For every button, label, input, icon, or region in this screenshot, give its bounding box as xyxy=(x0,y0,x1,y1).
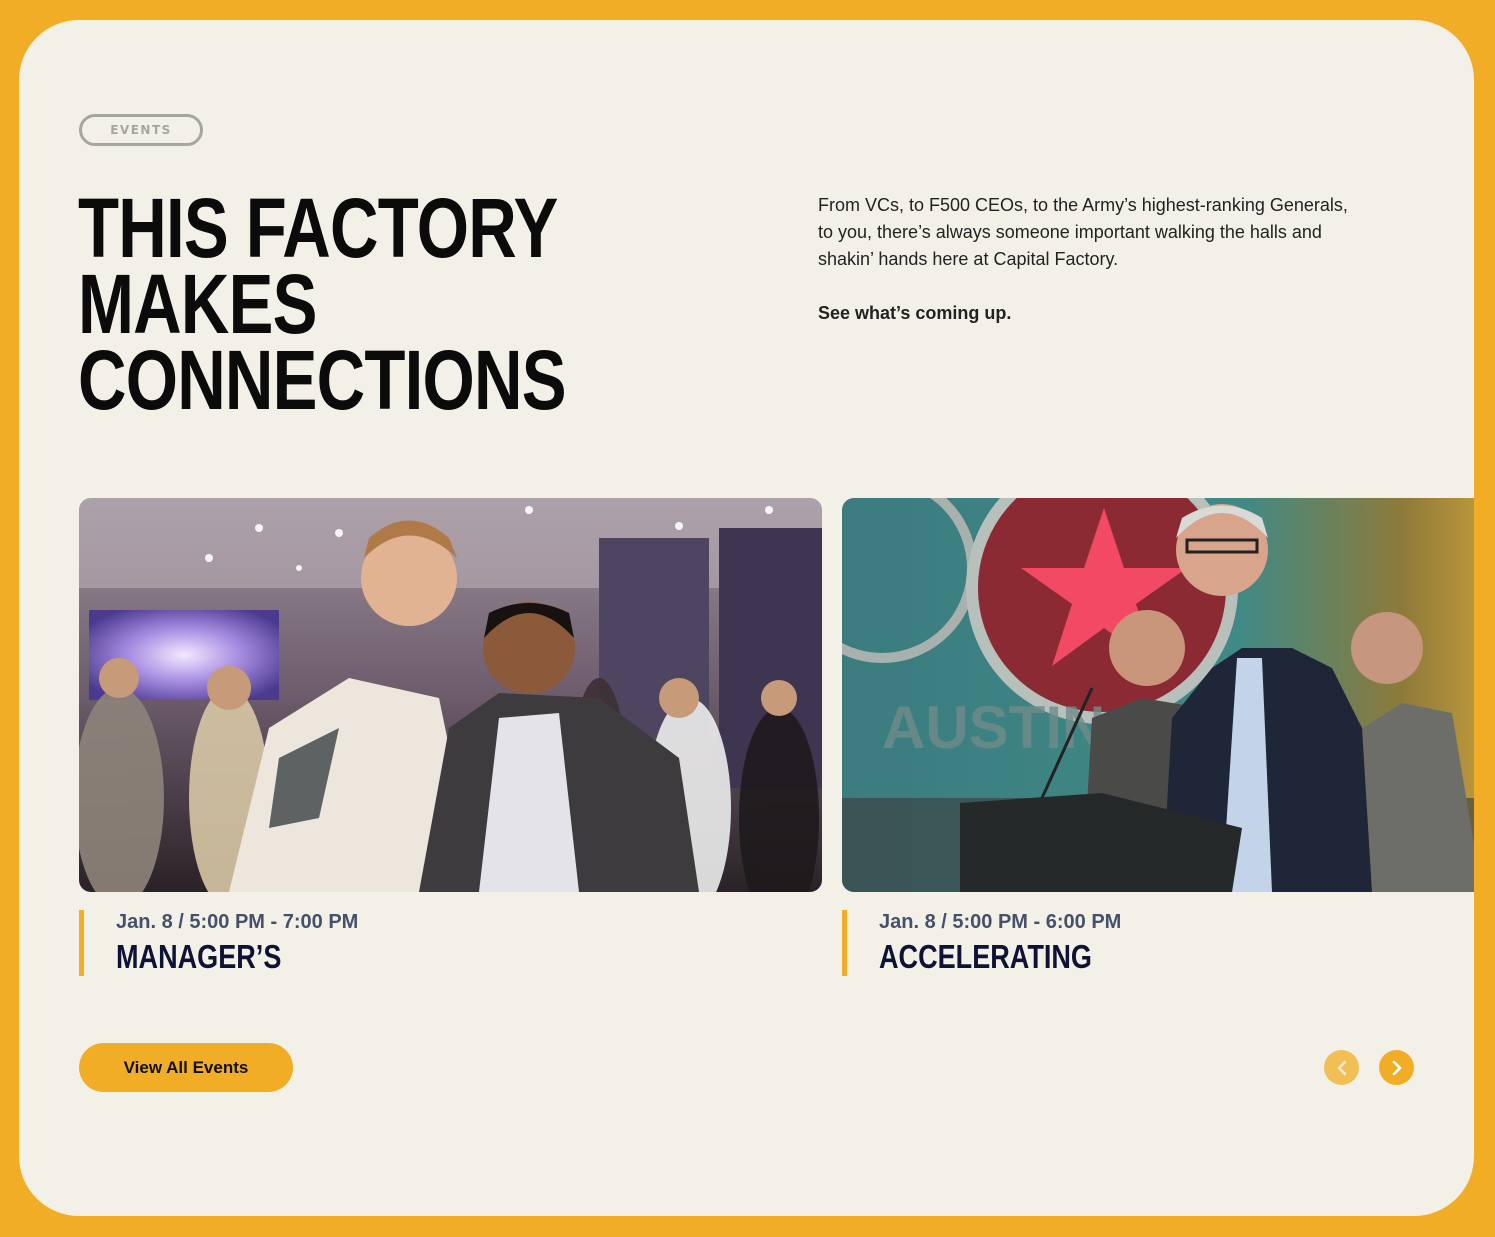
section-intro: From VCs, to F500 CEOs, to the Army’s hi… xyxy=(818,195,1348,269)
headline-line: CONNECTIONS xyxy=(78,333,567,427)
event-photo[interactable] xyxy=(79,498,822,892)
event-title[interactable]: MANAGER’S xyxy=(116,940,315,974)
event-date: Jan. 8 / 5:00 PM - 7:00 PM xyxy=(116,911,359,933)
events-section: EVENTS THIS FACTORY MAKES CONNECTIONS Fr… xyxy=(19,20,1474,1216)
headline-line: THIS FACTORY xyxy=(78,181,558,275)
section-eyebrow: EVENTS xyxy=(79,114,203,146)
svg-text:AUSTIN: AUSTIN xyxy=(882,694,1105,761)
event-meta: Jan. 8 / 5:00 PM - 6:00 PM ACCELERATING xyxy=(842,910,1139,976)
carousel-prev-button[interactable] xyxy=(1324,1050,1359,1085)
section-headline: THIS FACTORY MAKES CONNECTIONS xyxy=(78,181,688,427)
view-all-events-button[interactable]: View All Events xyxy=(79,1043,293,1092)
headline-line: MAKES xyxy=(78,257,317,351)
event-photo[interactable]: AUSTIN xyxy=(842,498,1474,892)
event-meta: Jan. 8 / 5:00 PM - 7:00 PM MANAGER’S xyxy=(79,910,358,976)
event-photo-illustration xyxy=(79,498,822,892)
event-photo-illustration: AUSTIN xyxy=(842,498,1474,892)
chevron-left-icon xyxy=(1337,1060,1346,1075)
event-date: Jan. 8 / 5:00 PM - 6:00 PM xyxy=(879,911,1122,933)
event-title[interactable]: ACCELERATING xyxy=(879,940,1092,974)
chevron-right-icon xyxy=(1392,1060,1401,1075)
section-intro-cta: See what’s coming up. xyxy=(818,303,1012,323)
carousel-next-button[interactable] xyxy=(1379,1050,1414,1085)
